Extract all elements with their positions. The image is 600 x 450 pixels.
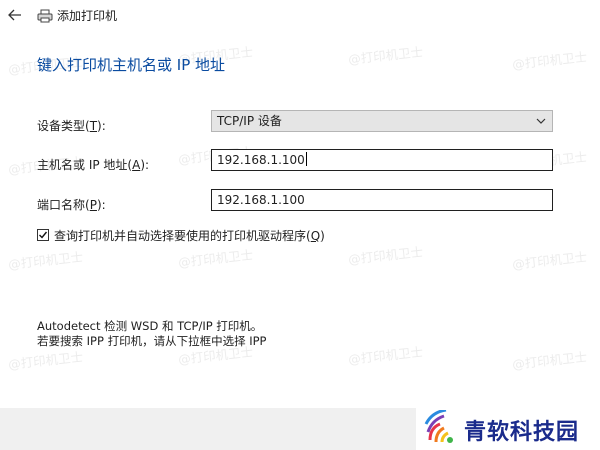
port-name-value: 192.168.1.100 — [217, 193, 305, 207]
info-line-2: 若要搜索 IPP 打印机，请从下拉框中选择 IPP — [37, 334, 267, 348]
device-type-label: 设备类型(T): — [37, 119, 106, 133]
auto-driver-checkbox[interactable] — [37, 229, 49, 241]
brand-name: 青软科技园 — [464, 420, 580, 445]
brand-logo-icon — [424, 410, 453, 443]
device-type-dropdown[interactable]: TCP/IP 设备 — [211, 110, 553, 132]
watermark: @打印机卫士 — [347, 244, 424, 267]
port-name-input[interactable]: 192.168.1.100 — [211, 189, 553, 211]
chevron-down-icon — [536, 118, 546, 124]
watermark: @打印机卫士 — [177, 247, 254, 270]
device-type-value: TCP/IP 设备 — [217, 114, 282, 128]
page-heading: 键入打印机主机名或 IP 地址 — [37, 56, 226, 74]
port-label: 端口名称(P): — [37, 198, 106, 212]
watermark: @打印机卫士 — [347, 44, 424, 67]
info-line-1: Autodetect 检测 WSD 和 TCP/IP 打印机。 — [37, 319, 263, 333]
hostname-label: 主机名或 IP 地址(A): — [37, 158, 150, 172]
watermark: @打印机卫士 — [511, 249, 588, 272]
watermark: @打印机卫士 — [7, 349, 84, 372]
title-bar: 添加打印机 — [0, 0, 600, 32]
checkmark-icon — [39, 231, 48, 239]
hostname-input[interactable]: 192.168.1.100 — [211, 149, 553, 171]
window-title: 添加打印机 — [57, 9, 118, 23]
brand-watermark: 青软科技园 — [416, 404, 600, 450]
watermark: @打印机卫士 — [511, 349, 588, 372]
back-button[interactable] — [6, 6, 24, 24]
text-cursor — [305, 152, 307, 166]
back-arrow-icon — [8, 9, 21, 21]
auto-driver-label[interactable]: 查询打印机并自动选择要使用的打印机驱动程序(Q) — [54, 227, 325, 244]
watermark: @打印机卫士 — [347, 344, 424, 367]
watermark: @打印机卫士 — [511, 49, 588, 72]
printer-icon — [37, 8, 53, 23]
watermark: @打印机卫士 — [7, 249, 84, 272]
hostname-value: 192.168.1.100 — [217, 153, 305, 167]
